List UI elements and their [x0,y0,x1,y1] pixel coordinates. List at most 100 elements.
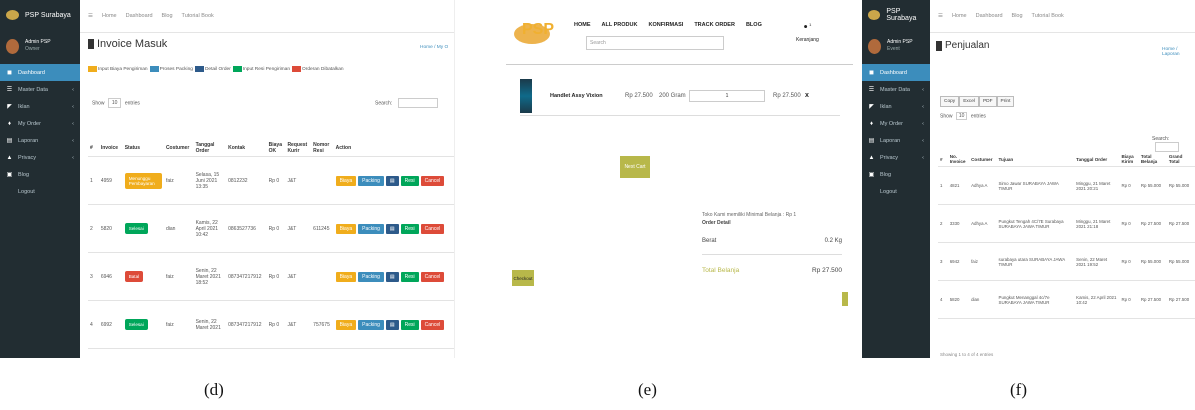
column-header[interactable]: Action [333,140,454,157]
topnav-blog[interactable]: Blog [162,13,173,19]
sidebar-item-blog[interactable]: ▣ Blog [862,166,930,183]
shop-nav-item[interactable]: KONFIRMASI [648,22,683,28]
sidebar-item-privacy[interactable]: ▲ Privacy ‹ [0,149,80,166]
packing-button[interactable]: Packing [358,271,384,282]
biaya-button[interactable]: Biaya [335,319,357,330]
column-header[interactable]: Tujuan [996,152,1075,167]
export-pdf-button[interactable]: PDF [978,96,997,107]
sidebar-item-dashboard[interactable]: ◼ Dashboard [862,64,930,81]
breadcrumb[interactable]: Home / My O [420,45,448,50]
shop-nav-item[interactable]: TRACK ORDER [694,22,735,28]
sidebar-brand[interactable]: PSP Surabaya [862,0,930,30]
column-header[interactable]: Costumer [969,152,997,167]
cancel-button[interactable]: Cancel [420,271,445,282]
sidebar-item-dashboard[interactable]: ◼ Dashboard [0,64,80,81]
column-header[interactable]: Invoice [98,140,123,157]
column-header[interactable]: No. Invoice [947,152,970,167]
sidebar-item-iklan[interactable]: ◤ Iklan ‹ [862,98,930,115]
packing-button[interactable]: Packing [358,223,384,234]
total-belanja: Rp 55.000 [1138,166,1167,205]
column-header[interactable]: Kontak [226,140,267,157]
packing-button[interactable]: Packing [358,319,384,330]
search-input[interactable] [397,98,438,108]
quantity-input[interactable]: 1 [689,89,765,102]
detail-icon: ▤ [389,177,395,184]
topnav-home[interactable]: Home [102,13,117,19]
topnav-home[interactable]: Home [952,13,967,19]
hamburger-icon[interactable]: ☰ [938,13,943,19]
product-name[interactable]: Handlet Assy Vixion [550,93,625,99]
column-header[interactable]: Total Belanja [1138,152,1167,167]
shop-nav-item[interactable]: BLOG [746,22,762,28]
shop-nav-item[interactable]: HOME [574,22,591,28]
sidebar-item-blog[interactable]: ▣ Blog [0,166,80,183]
detail-button[interactable]: ▤ [385,175,399,186]
resi-button[interactable]: Resi [400,319,419,330]
topnav-blog[interactable]: Blog [1012,13,1023,19]
tracking-number: 757675 [311,300,334,349]
product-weight: 200 Gram [659,92,686,99]
topnav-tutorial[interactable]: Tutorial Book [1032,13,1064,19]
sidebar-item-my-order[interactable]: ♦ My Order ‹ [862,115,930,132]
invoice-number: 3330 [947,204,970,243]
resi-button[interactable]: Resi [400,223,419,234]
next-cart-button[interactable]: Next Cart [620,156,650,178]
column-header[interactable]: Request Kurir [285,140,312,157]
biaya-button[interactable]: Biaya [335,271,357,282]
column-header[interactable]: Biaya Kirim [1119,152,1139,167]
detail-button[interactable]: ▤ [385,223,399,234]
column-header[interactable]: Tanggal Order [1074,152,1120,167]
cancel-button[interactable]: Cancel [420,223,445,234]
shop-search-input[interactable]: Search [586,36,724,50]
biaya-button[interactable]: Biaya [335,223,357,234]
sidebar-item-laporan[interactable]: ▤ Laporan ‹ [0,132,80,149]
sidebar-item-master-data[interactable]: ☰ Master Data ‹ [0,81,80,98]
export-excel-button[interactable]: Excel [959,96,979,107]
export-print-button[interactable]: Print [996,96,1015,107]
legend-label: Proses Packing [159,66,193,72]
sidebar-item-logout[interactable]: Logout [862,183,930,200]
resi-button[interactable]: Resi [400,271,419,282]
scroll-top-button[interactable] [842,292,848,306]
entries-select[interactable]: 10 [955,112,968,120]
cancel-button[interactable]: Cancel [420,319,445,330]
sidebar-item-master-data[interactable]: ☰ Master Data ‹ [862,81,930,98]
sidebar-item-privacy[interactable]: ▲ Privacy ‹ [862,149,930,166]
resi-button[interactable]: Resi [400,175,419,186]
invoice-number: 4821 [947,166,970,205]
search-input[interactable] [1155,142,1179,152]
chevron-left-icon: ‹ [72,120,74,127]
order-date: Senin, 22 Maret 2021 [193,300,227,349]
total-label: Total Belanja [702,267,740,274]
column-header[interactable]: # [88,140,99,157]
column-header[interactable]: Tanggal Order [193,140,227,157]
packing-button[interactable]: Packing [358,175,384,186]
sidebar-brand[interactable]: PSP Surabaya [0,0,80,30]
detail-button[interactable]: ▤ [385,319,399,330]
sidebar-item-logout[interactable]: Logout [0,183,80,200]
topnav-dashboard[interactable]: Dashboard [976,13,1003,19]
sidebar-item-my-order[interactable]: ♦ My Order ‹ [0,115,80,132]
column-header[interactable]: Biaya OK [266,140,286,157]
hamburger-icon[interactable]: ☰ [88,13,93,19]
export-copy-button[interactable]: Copy [940,96,960,107]
column-header[interactable]: Costumer [163,140,194,157]
topnav-dashboard[interactable]: Dashboard [126,13,153,19]
sidebar-item-iklan[interactable]: ◤ Iklan ‹ [0,98,80,115]
entries-select[interactable]: 10 [107,98,122,108]
topnav-tutorial[interactable]: Tutorial Book [182,13,214,19]
shop-nav-item[interactable]: ALL PRODUK [602,22,638,28]
shop-logo[interactable]: PSP [512,12,560,46]
cart-widget[interactable]: ● 1 Keranjang [796,22,819,43]
breadcrumb[interactable]: Home / Laporan [1162,47,1195,57]
column-header[interactable]: Status [122,140,164,157]
checkout-button[interactable]: Checkout [512,270,534,286]
sidebar-item-laporan[interactable]: ▤ Laporan ‹ [862,132,930,149]
remove-item-button[interactable]: x [805,92,815,99]
biaya-button[interactable]: Biaya [335,175,357,186]
cancel-button[interactable]: Cancel [420,175,445,186]
column-header[interactable]: # [938,152,948,167]
column-header[interactable]: Nomor Resi [311,140,334,157]
detail-button[interactable]: ▤ [385,271,399,282]
column-header[interactable]: Grand Total [1166,152,1195,167]
